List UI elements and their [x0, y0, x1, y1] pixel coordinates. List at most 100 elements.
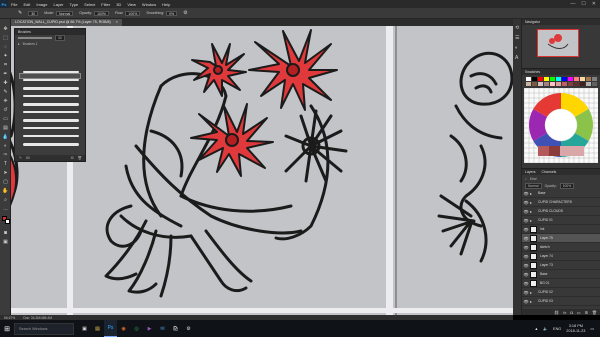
menu-select[interactable]: Select [81, 2, 98, 7]
brush-stroke-preview[interactable] [23, 103, 79, 106]
document-tab[interactable]: LOCATION_WALL_CUPID.psd @ 66.7% (Layer 7… [11, 19, 122, 26]
gradient-tool-icon[interactable]: ▤ [2, 124, 9, 131]
visibility-eye-icon[interactable]: 👁 [522, 191, 530, 196]
brush-tool-icon[interactable]: ✎ [18, 10, 22, 16]
layer-row[interactable]: 👁 Ink [522, 225, 600, 234]
eyedropper-tool-icon[interactable]: ✒ [2, 70, 9, 77]
layer-style-icon[interactable]: fx [563, 310, 566, 315]
layer-row[interactable]: 👁 Base [522, 270, 600, 279]
eraser-tool-icon[interactable]: ▭ [2, 115, 9, 122]
network-icon[interactable]: ▲ [535, 327, 539, 331]
marquee-tool-icon[interactable]: ⬚ [2, 34, 9, 41]
adjustments-panel-icon[interactable]: ◐ [515, 45, 518, 51]
language-indicator[interactable]: ENG [553, 327, 561, 331]
menu-view[interactable]: View [124, 2, 139, 7]
hand-tool-icon[interactable]: ✋ [2, 187, 9, 194]
color-swatch[interactable] [532, 82, 537, 86]
brush-preset-folder[interactable]: ▸ Brushes 1 [15, 41, 85, 47]
layer-row[interactable]: 👁 BG 01 [522, 279, 600, 288]
layer-group-row[interactable]: 👁 ▸ CUPID 01 [522, 216, 600, 225]
brush-stroke-preview[interactable] [23, 71, 79, 73]
layer-group-row[interactable]: 👁 ▸ CUPID 02 [522, 288, 600, 297]
navigator-thumbnail[interactable] [537, 29, 579, 57]
menu-window[interactable]: Window [139, 2, 159, 7]
color-swatch[interactable] [586, 77, 591, 81]
flow-input[interactable]: 100% [125, 10, 141, 16]
layer-blend-mode-select[interactable]: Normal [525, 182, 542, 189]
notifications-icon[interactable]: ▭ [590, 326, 594, 331]
layer-mask-icon[interactable]: ◘ [570, 310, 572, 315]
task-view-icon[interactable]: ▣ [78, 320, 91, 337]
taskbar-search-input[interactable]: Search Windows [14, 322, 74, 335]
color-swatch[interactable] [526, 77, 531, 81]
new-group-icon[interactable]: ▭ [577, 310, 581, 315]
close-tab-icon[interactable]: × [116, 20, 118, 24]
color-swatch[interactable] [592, 82, 597, 86]
color-swatch[interactable] [538, 82, 543, 86]
color-swatch[interactable] [532, 77, 537, 81]
brush-stroke-preview[interactable] [23, 87, 79, 90]
settings-taskbar-icon[interactable]: ⚙ [182, 320, 195, 337]
color-swatch[interactable] [568, 82, 573, 86]
brush-preset-picker[interactable]: 30 [28, 10, 39, 16]
close-button[interactable]: ✕ [592, 1, 596, 7]
more-tools-icon[interactable]: … [2, 205, 9, 212]
menu-layer[interactable]: Layer [50, 2, 66, 7]
visibility-eye-icon[interactable]: 👁 [522, 263, 530, 268]
folder-icon[interactable]: ▸ [530, 290, 536, 295]
layer-row[interactable]: 👁 Layer 74 [522, 252, 600, 261]
menu-edit[interactable]: Edit [20, 2, 33, 7]
brush-stroke-preview[interactable] [23, 135, 79, 137]
visibility-eye-icon[interactable]: 👁 [522, 281, 530, 286]
visibility-eye-icon[interactable]: 👁 [522, 236, 530, 241]
visibility-eye-icon[interactable]: 👁 [522, 227, 530, 232]
color-swatch[interactable] [562, 82, 567, 86]
brush-stroke-preview[interactable] [23, 119, 79, 122]
quick-mask-icon[interactable]: ◙ [2, 229, 9, 236]
delete-layer-icon[interactable]: 🗑 [592, 310, 597, 315]
color-swatch[interactable] [544, 77, 549, 81]
color-swatch[interactable] [592, 77, 597, 81]
store-taskbar-icon[interactable]: 🛍 [169, 320, 182, 337]
healing-tool-icon[interactable]: ✚ [2, 79, 9, 86]
new-layer-icon[interactable]: ⊞ [585, 310, 588, 315]
brush-settings-icon[interactable]: ✎ [19, 156, 22, 160]
channels-tab[interactable]: Channels [542, 169, 557, 175]
layer-group-row[interactable]: 👁 ▸ CUPID CLOUDS [522, 207, 600, 216]
visibility-eye-icon[interactable]: 👁 [522, 209, 530, 214]
mode-select[interactable]: Normal [55, 10, 74, 16]
color-swatch[interactable] [544, 82, 549, 86]
blur-tool-icon[interactable]: 💧 [2, 133, 9, 140]
layer-opacity-input[interactable]: 100% [559, 182, 575, 189]
visibility-eye-icon[interactable]: 👁 [522, 218, 530, 223]
smoothing-input[interactable]: 0% [166, 10, 178, 16]
minimize-button[interactable]: — [570, 1, 575, 7]
brush-stroke-preview[interactable] [23, 127, 79, 129]
menu-help[interactable]: Help [159, 2, 173, 7]
color-swatch[interactable] [574, 77, 579, 81]
quick-select-tool-icon[interactable]: ✦ [2, 52, 9, 59]
move-tool-icon[interactable]: ✥ [2, 25, 9, 32]
visibility-eye-icon[interactable]: 👁 [522, 200, 530, 205]
delete-brush-icon[interactable]: 🗑 [78, 156, 85, 160]
navigator-title[interactable]: Navigator [525, 19, 540, 25]
menu-3d[interactable]: 3D [113, 2, 124, 7]
history-panel-icon[interactable]: ⟲ [515, 25, 519, 31]
color-swatch[interactable] [574, 82, 579, 86]
color-swatch[interactable] [550, 82, 555, 86]
brush-stroke-preview[interactable] [23, 111, 79, 113]
properties-panel-icon[interactable]: ☰ [515, 35, 519, 41]
brush-stroke-preview[interactable] [23, 143, 79, 146]
visibility-eye-icon[interactable]: 👁 [522, 299, 530, 304]
visibility-eye-icon[interactable]: 👁 [522, 272, 530, 277]
color-swatch[interactable] [556, 77, 561, 81]
layer-row[interactable]: 👁 Layer 75 [522, 234, 600, 243]
layers-tab[interactable]: Layers [525, 169, 536, 175]
layer-row[interactable]: 👁 sketch [522, 243, 600, 252]
windows-start-icon[interactable]: ⊞ [0, 320, 14, 337]
settings-gear-icon[interactable]: ⚙ [183, 10, 187, 16]
visibility-eye-icon[interactable]: 👁 [522, 290, 530, 295]
dodge-tool-icon[interactable]: ◐ [2, 142, 9, 149]
menu-type[interactable]: Type [67, 2, 82, 7]
brush-stroke-preview[interactable] [23, 95, 79, 97]
